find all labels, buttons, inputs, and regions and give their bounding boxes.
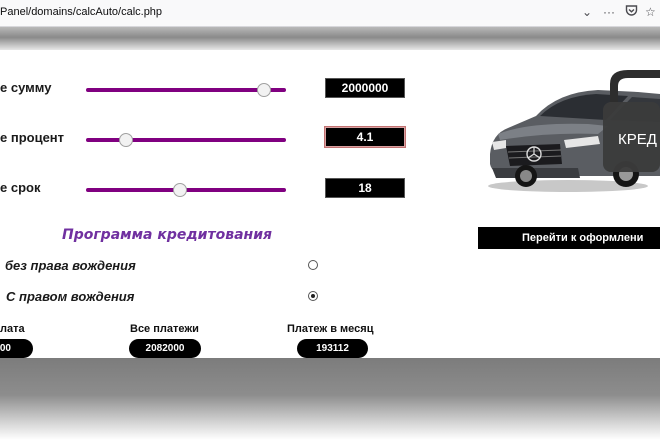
car-image: КРЕД: [488, 64, 660, 194]
program-title: Программа кредитования: [62, 227, 272, 243]
pocket-icon[interactable]: [625, 4, 638, 21]
browser-toolbar: Panel/domains/calcAuto/calc.php ⌄ ··· ☆: [0, 0, 660, 27]
option-with-license-label: С правом вождения: [6, 289, 135, 304]
slider-track: [86, 88, 286, 92]
chevron-down-icon[interactable]: ⌄: [582, 4, 592, 20]
option-no-license-label: без права вождения: [5, 258, 136, 273]
car-badge-text: КРЕД: [618, 131, 657, 148]
summary-value-total: 2082000: [129, 339, 201, 358]
footer-gradient-bar: [0, 358, 660, 440]
calculator-panel: е сумму 2000000 е процент 4.1 е срок 18 …: [0, 50, 660, 358]
amount-slider[interactable]: [86, 82, 286, 98]
apply-button[interactable]: Перейти к оформлени: [478, 227, 660, 249]
slider-thumb[interactable]: [173, 183, 187, 197]
url-text[interactable]: Panel/domains/calcAuto/calc.php: [0, 6, 162, 18]
option-no-license-radio[interactable]: [308, 260, 318, 270]
term-slider[interactable]: [86, 182, 286, 198]
rate-value[interactable]: 4.1: [325, 127, 405, 147]
summary-label-monthly: Платеж в месяц: [287, 323, 374, 335]
slider-track: [86, 138, 286, 142]
summary-value-monthly: 193112: [297, 339, 368, 358]
summary-label-payment: лата: [0, 323, 25, 335]
summary-label-total: Все платежи: [130, 323, 199, 335]
header-gradient-bar: [0, 27, 660, 50]
rate-slider[interactable]: [86, 132, 286, 148]
option-with-license-radio[interactable]: [308, 291, 318, 301]
slider-thumb[interactable]: [119, 133, 133, 147]
term-label: е срок: [0, 180, 41, 195]
amount-label: е сумму: [0, 80, 52, 95]
star-icon[interactable]: ☆: [645, 4, 656, 20]
summary-value-payment: 00: [0, 339, 33, 358]
more-icon[interactable]: ···: [603, 4, 615, 20]
rate-label: е процент: [0, 130, 65, 145]
term-value[interactable]: 18: [325, 178, 405, 198]
amount-value[interactable]: 2000000: [325, 78, 405, 98]
slider-thumb[interactable]: [257, 83, 271, 97]
